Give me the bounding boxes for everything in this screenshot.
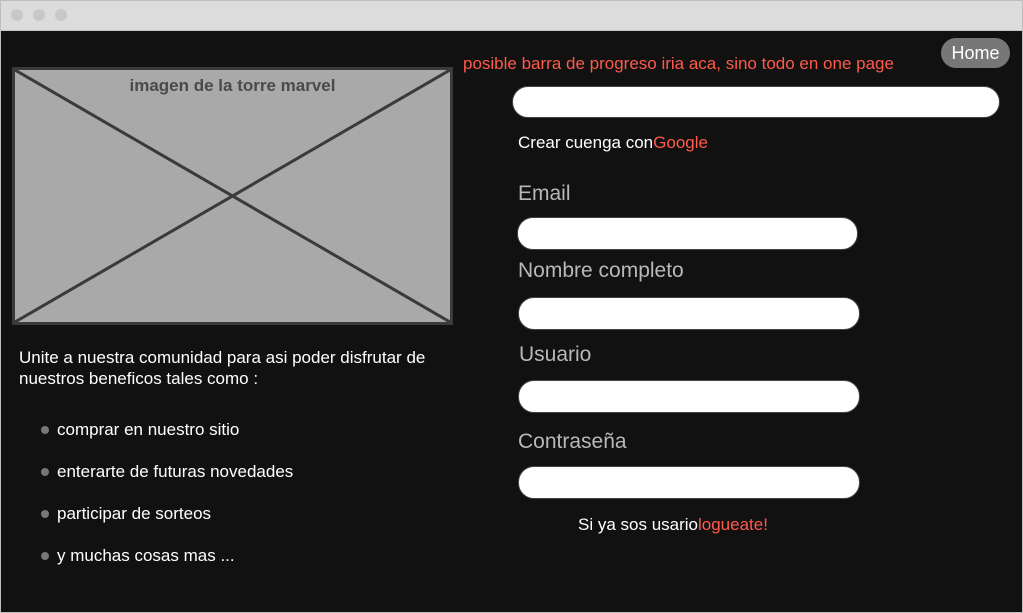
progress-bar-input[interactable]	[512, 86, 1000, 118]
password-field[interactable]	[518, 466, 860, 499]
browser-window: Home posible barra de progreso iria aca,…	[0, 0, 1023, 613]
window-close-dot-icon[interactable]	[11, 9, 23, 21]
fullname-label: Nombre completo	[518, 259, 684, 282]
email-field[interactable]	[517, 217, 858, 250]
benefit-text: participar de sorteos	[57, 504, 212, 523]
fullname-field[interactable]	[518, 297, 860, 330]
benefit-text: comprar en nuestro sitio	[57, 420, 240, 439]
username-field[interactable]	[518, 380, 860, 413]
login-line: Si ya sos usariologueate!	[578, 515, 768, 535]
image-placeholder-label: imagen de la torre marvel	[129, 76, 336, 95]
email-label: Email	[518, 182, 571, 205]
marvel-tower-image-placeholder: imagen de la torre marvel	[12, 67, 453, 325]
list-item: participar de sorteos	[41, 503, 293, 545]
bullet-icon	[41, 510, 49, 518]
login-prefix: Si ya sos usario	[578, 515, 698, 534]
password-label: Contraseña	[518, 430, 627, 453]
list-item: y muchas cosas mas ...	[41, 545, 293, 587]
progress-bar-note: posible barra de progreso iria aca, sino…	[463, 54, 894, 73]
window-minimize-dot-icon[interactable]	[33, 9, 45, 21]
benefit-text: y muchas cosas mas ...	[57, 546, 235, 565]
bullet-icon	[41, 426, 49, 434]
home-button[interactable]: Home	[941, 38, 1010, 68]
list-item: enterarte de futuras novedades	[41, 461, 293, 503]
login-link[interactable]: logueate!	[698, 515, 768, 534]
google-signup-line: Crear cuenga conGoogle	[518, 133, 708, 153]
bullet-icon	[41, 468, 49, 476]
google-signup-prefix: Crear cuenga con	[518, 133, 654, 152]
list-item: comprar en nuestro sitio	[41, 419, 293, 461]
benefit-text: enterarte de futuras novedades	[57, 462, 294, 481]
benefits-list: comprar en nuestro sitio enterarte de fu…	[41, 419, 293, 587]
bullet-icon	[41, 552, 49, 560]
window-maximize-dot-icon[interactable]	[55, 9, 67, 21]
google-signup-link[interactable]: Google	[653, 133, 708, 152]
window-titlebar	[1, 1, 1022, 31]
community-intro-text: Unite a nuestra comunidad para asi poder…	[19, 348, 426, 388]
username-label: Usuario	[519, 343, 592, 366]
image-placeholder-cross-icon	[15, 70, 450, 322]
